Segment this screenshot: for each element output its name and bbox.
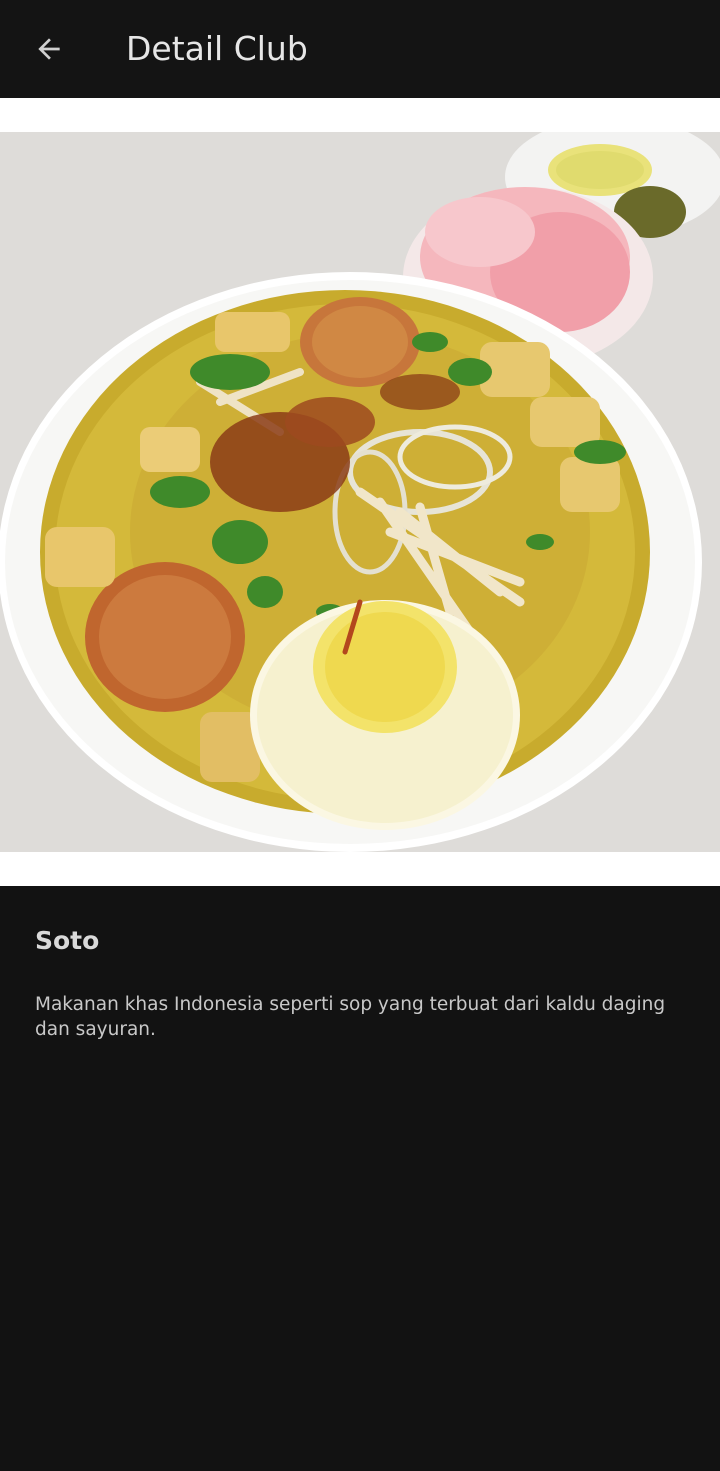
image-frame (0, 98, 720, 886)
food-image (0, 132, 720, 852)
item-description: Makanan khas Indonesia seperti sop yang … (35, 994, 666, 1040)
item-name: Soto (35, 926, 100, 955)
detail-content: Soto Makanan khas Indonesia seperti sop … (35, 922, 685, 1042)
page-title: Detail Club (126, 29, 308, 68)
top-app-bar: Detail Club (0, 0, 720, 98)
back-button[interactable] (26, 26, 72, 72)
arrow-left-icon (38, 38, 60, 60)
